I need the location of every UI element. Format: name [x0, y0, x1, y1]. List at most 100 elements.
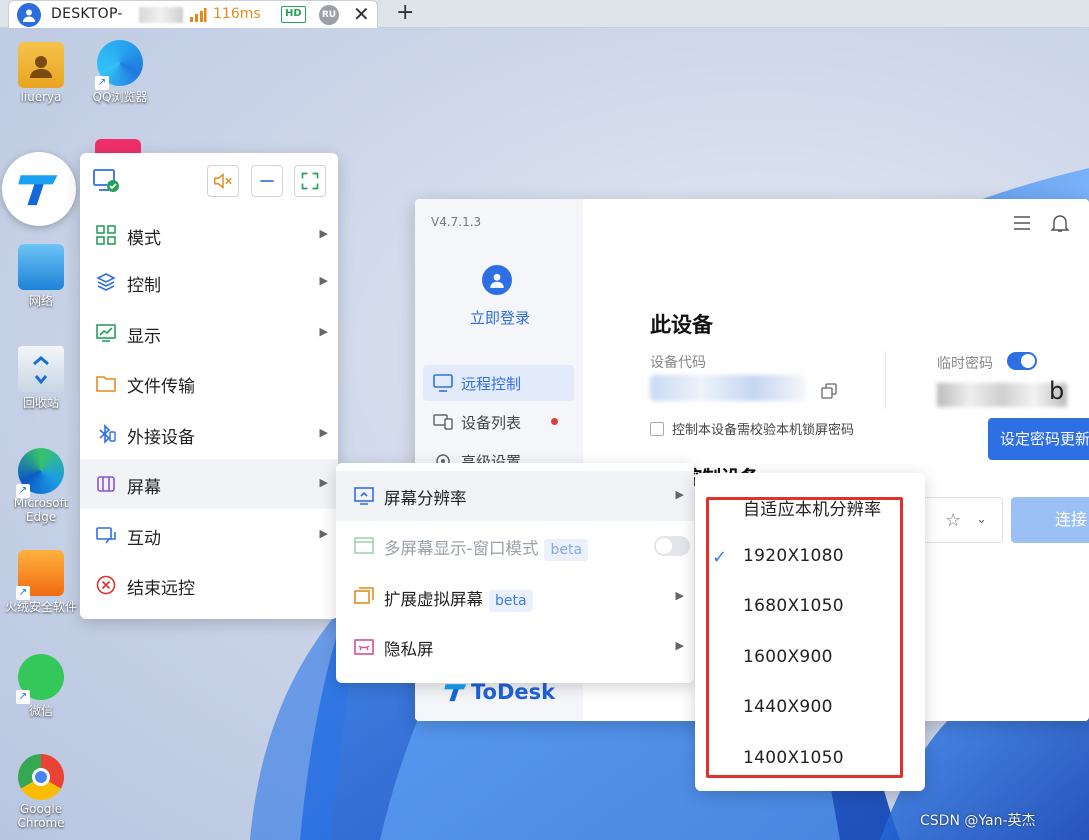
grid-icon	[96, 225, 116, 245]
checkmark-icon: ✓	[712, 547, 728, 568]
star-icon[interactable]: ☆	[945, 510, 961, 531]
screen-submenu: 屏幕分辨率 ▶ 多屏幕显示-窗口模式 beta 扩展虚拟屏幕 beta ▶ 隐私屏 …	[336, 463, 694, 683]
chevron-right-icon: ▶	[319, 476, 328, 489]
login-link[interactable]: 立即登录	[470, 307, 530, 328]
password-suffix: b	[1049, 377, 1065, 405]
menu-item-display[interactable]: 显示 ▶	[80, 308, 338, 358]
desktop-icon-qq-browser[interactable]: ↗ QQ浏览器	[83, 40, 157, 105]
desktop-icon-label: 网络	[28, 294, 53, 308]
fullscreen-icon	[301, 172, 319, 190]
desktop-icon-recycle-bin[interactable]: 回收站	[4, 346, 78, 411]
desktop-icon-wechat[interactable]: ↗ 微信	[4, 654, 78, 719]
desktop-icon-network[interactable]: 网络	[4, 244, 78, 309]
chrome-icon	[18, 754, 64, 800]
menu-item-screen-resolution[interactable]: 屏幕分辨率 ▶	[336, 471, 694, 521]
desktop-icon-chrome[interactable]: Google Chrome	[4, 754, 78, 830]
copy-icon[interactable]	[821, 383, 837, 399]
resolution-option[interactable]: 自适应本机分辨率	[695, 482, 925, 532]
chevron-right-icon: ▶	[319, 426, 328, 439]
mute-button[interactable]	[207, 165, 239, 197]
chevron-right-icon: ▶	[319, 274, 328, 287]
menu-item-interaction[interactable]: 互动 ▶	[80, 510, 338, 560]
signal-icon	[190, 8, 207, 22]
fullscreen-button[interactable]	[294, 165, 326, 197]
minimize-button[interactable]	[251, 165, 283, 197]
notification-dot	[551, 418, 558, 425]
screen-icon	[97, 476, 115, 492]
favorites-dropdown[interactable]	[923, 497, 1003, 543]
desktop-icon-edge[interactable]: ↗ Microsoft Edge	[4, 448, 78, 524]
chevron-right-icon: ▶	[319, 227, 328, 240]
desktop-icon-label: 火绒安全软件	[4, 600, 77, 614]
todesk-float-button[interactable]	[2, 152, 76, 226]
nav-remote-control[interactable]: 远程控制	[423, 365, 574, 401]
resolution-label: 自适应本机分辨率	[743, 500, 882, 520]
chevron-right-icon: ▶	[675, 589, 684, 602]
connect-button[interactable]: 连接	[1011, 497, 1089, 543]
language-badge[interactable]: RU	[319, 5, 339, 25]
menu-item-mode[interactable]: 模式 ▶	[80, 210, 338, 260]
menu-label: 扩展虚拟屏幕 beta	[384, 586, 533, 612]
set-password-button[interactable]: 设定密码更新	[988, 418, 1089, 460]
menu-item-multi-screen[interactable]: 多屏幕显示-窗口模式 beta	[336, 521, 694, 571]
minimize-icon	[260, 180, 274, 182]
menu-label: 文件传输	[127, 377, 195, 397]
menu-item-external-devices[interactable]: 外接设备 ▶	[80, 409, 338, 459]
desktop-icon-huorong[interactable]: ↗ 火绒安全软件	[4, 550, 78, 615]
chevron-right-icon: ▶	[319, 325, 328, 338]
menu-label: 外接设备	[127, 428, 195, 448]
chevron-right-icon: ▶	[319, 527, 328, 540]
speaker-muted-icon	[214, 173, 232, 189]
resolution-option-selected[interactable]: ✓ 1920X1080	[695, 533, 925, 583]
multi-screen-toggle[interactable]	[654, 536, 690, 556]
chat-icon	[96, 527, 116, 544]
huorong-icon: ↗	[16, 550, 64, 600]
resolution-option[interactable]: 1400X1050	[695, 735, 925, 785]
resolution-option[interactable]: 1600X900	[695, 634, 925, 684]
bell-icon[interactable]	[1051, 213, 1069, 233]
desktop-icon-user[interactable]: liuerya	[4, 42, 78, 104]
checkbox-box[interactable]	[650, 421, 664, 436]
qq-browser-icon: ↗	[95, 40, 143, 90]
shortcut-arrow-icon: ↗	[16, 586, 30, 600]
close-tab-icon[interactable]: ✕	[353, 2, 370, 26]
chevron-down-icon[interactable]: ⌄	[976, 512, 987, 527]
partial-app-icon	[95, 139, 141, 153]
divider	[885, 351, 886, 409]
resolution-option[interactable]: 1680X1050	[695, 583, 925, 633]
remote-control-menu: 模式 ▶ 控制 ▶ 显示 ▶ 文件传输 外接设备 ▶ 屏幕 ▶ 互动 ▶ 结束远…	[80, 153, 338, 619]
nav-label: 远程控制	[461, 375, 522, 393]
lock-screen-checkbox[interactable]: 控制本设备需校验本机锁屏密码	[650, 419, 854, 438]
shortcut-arrow-icon: ↗	[16, 690, 30, 704]
privacy-icon	[354, 639, 374, 655]
menu-item-virtual-screen[interactable]: 扩展虚拟屏幕 beta ▶	[336, 572, 694, 622]
shortcut-arrow-icon: ↗	[16, 484, 30, 498]
device-code-redacted	[650, 375, 805, 401]
devices-icon	[433, 414, 453, 430]
watermark: CSDN @Yan-英杰	[920, 813, 1036, 829]
menu-item-screen[interactable]: 屏幕 ▶	[80, 459, 338, 509]
menu-label: 屏幕分辨率	[384, 489, 467, 508]
session-tab[interactable]: DESKTOP- 116ms HD RU ✕	[8, 0, 378, 28]
user-avatar-icon[interactable]	[482, 265, 512, 295]
resolution-option[interactable]: 1440X900	[695, 684, 925, 734]
new-tab-button[interactable]: +	[396, 0, 414, 25]
window-icon	[354, 537, 374, 554]
menu-item-control[interactable]: 控制 ▶	[80, 257, 338, 307]
menu-item-end-remote[interactable]: 结束远控	[80, 560, 338, 610]
tab-bar: DESKTOP- 116ms HD RU ✕ +	[0, 0, 1089, 28]
nav-device-list[interactable]: 设备列表	[423, 404, 574, 440]
desktop-icon-label: QQ浏览器	[92, 90, 148, 104]
chart-icon	[96, 324, 116, 342]
temp-password-toggle[interactable]	[1007, 352, 1037, 370]
menu-item-privacy-screen[interactable]: 隐私屏 ▶	[336, 622, 694, 672]
chevron-right-icon: ▶	[675, 639, 684, 652]
host-name: DESKTOP-	[51, 6, 123, 22]
user-avatar-icon	[17, 3, 41, 27]
hd-badge[interactable]: HD	[281, 6, 306, 23]
screen-switch-button[interactable]	[90, 165, 122, 197]
menu-item-file-transfer[interactable]: 文件传输	[80, 358, 338, 408]
menu-label: 模式	[127, 229, 161, 249]
desktop-icon-label: 微信	[28, 704, 53, 718]
hamburger-menu-icon[interactable]	[1013, 215, 1031, 231]
